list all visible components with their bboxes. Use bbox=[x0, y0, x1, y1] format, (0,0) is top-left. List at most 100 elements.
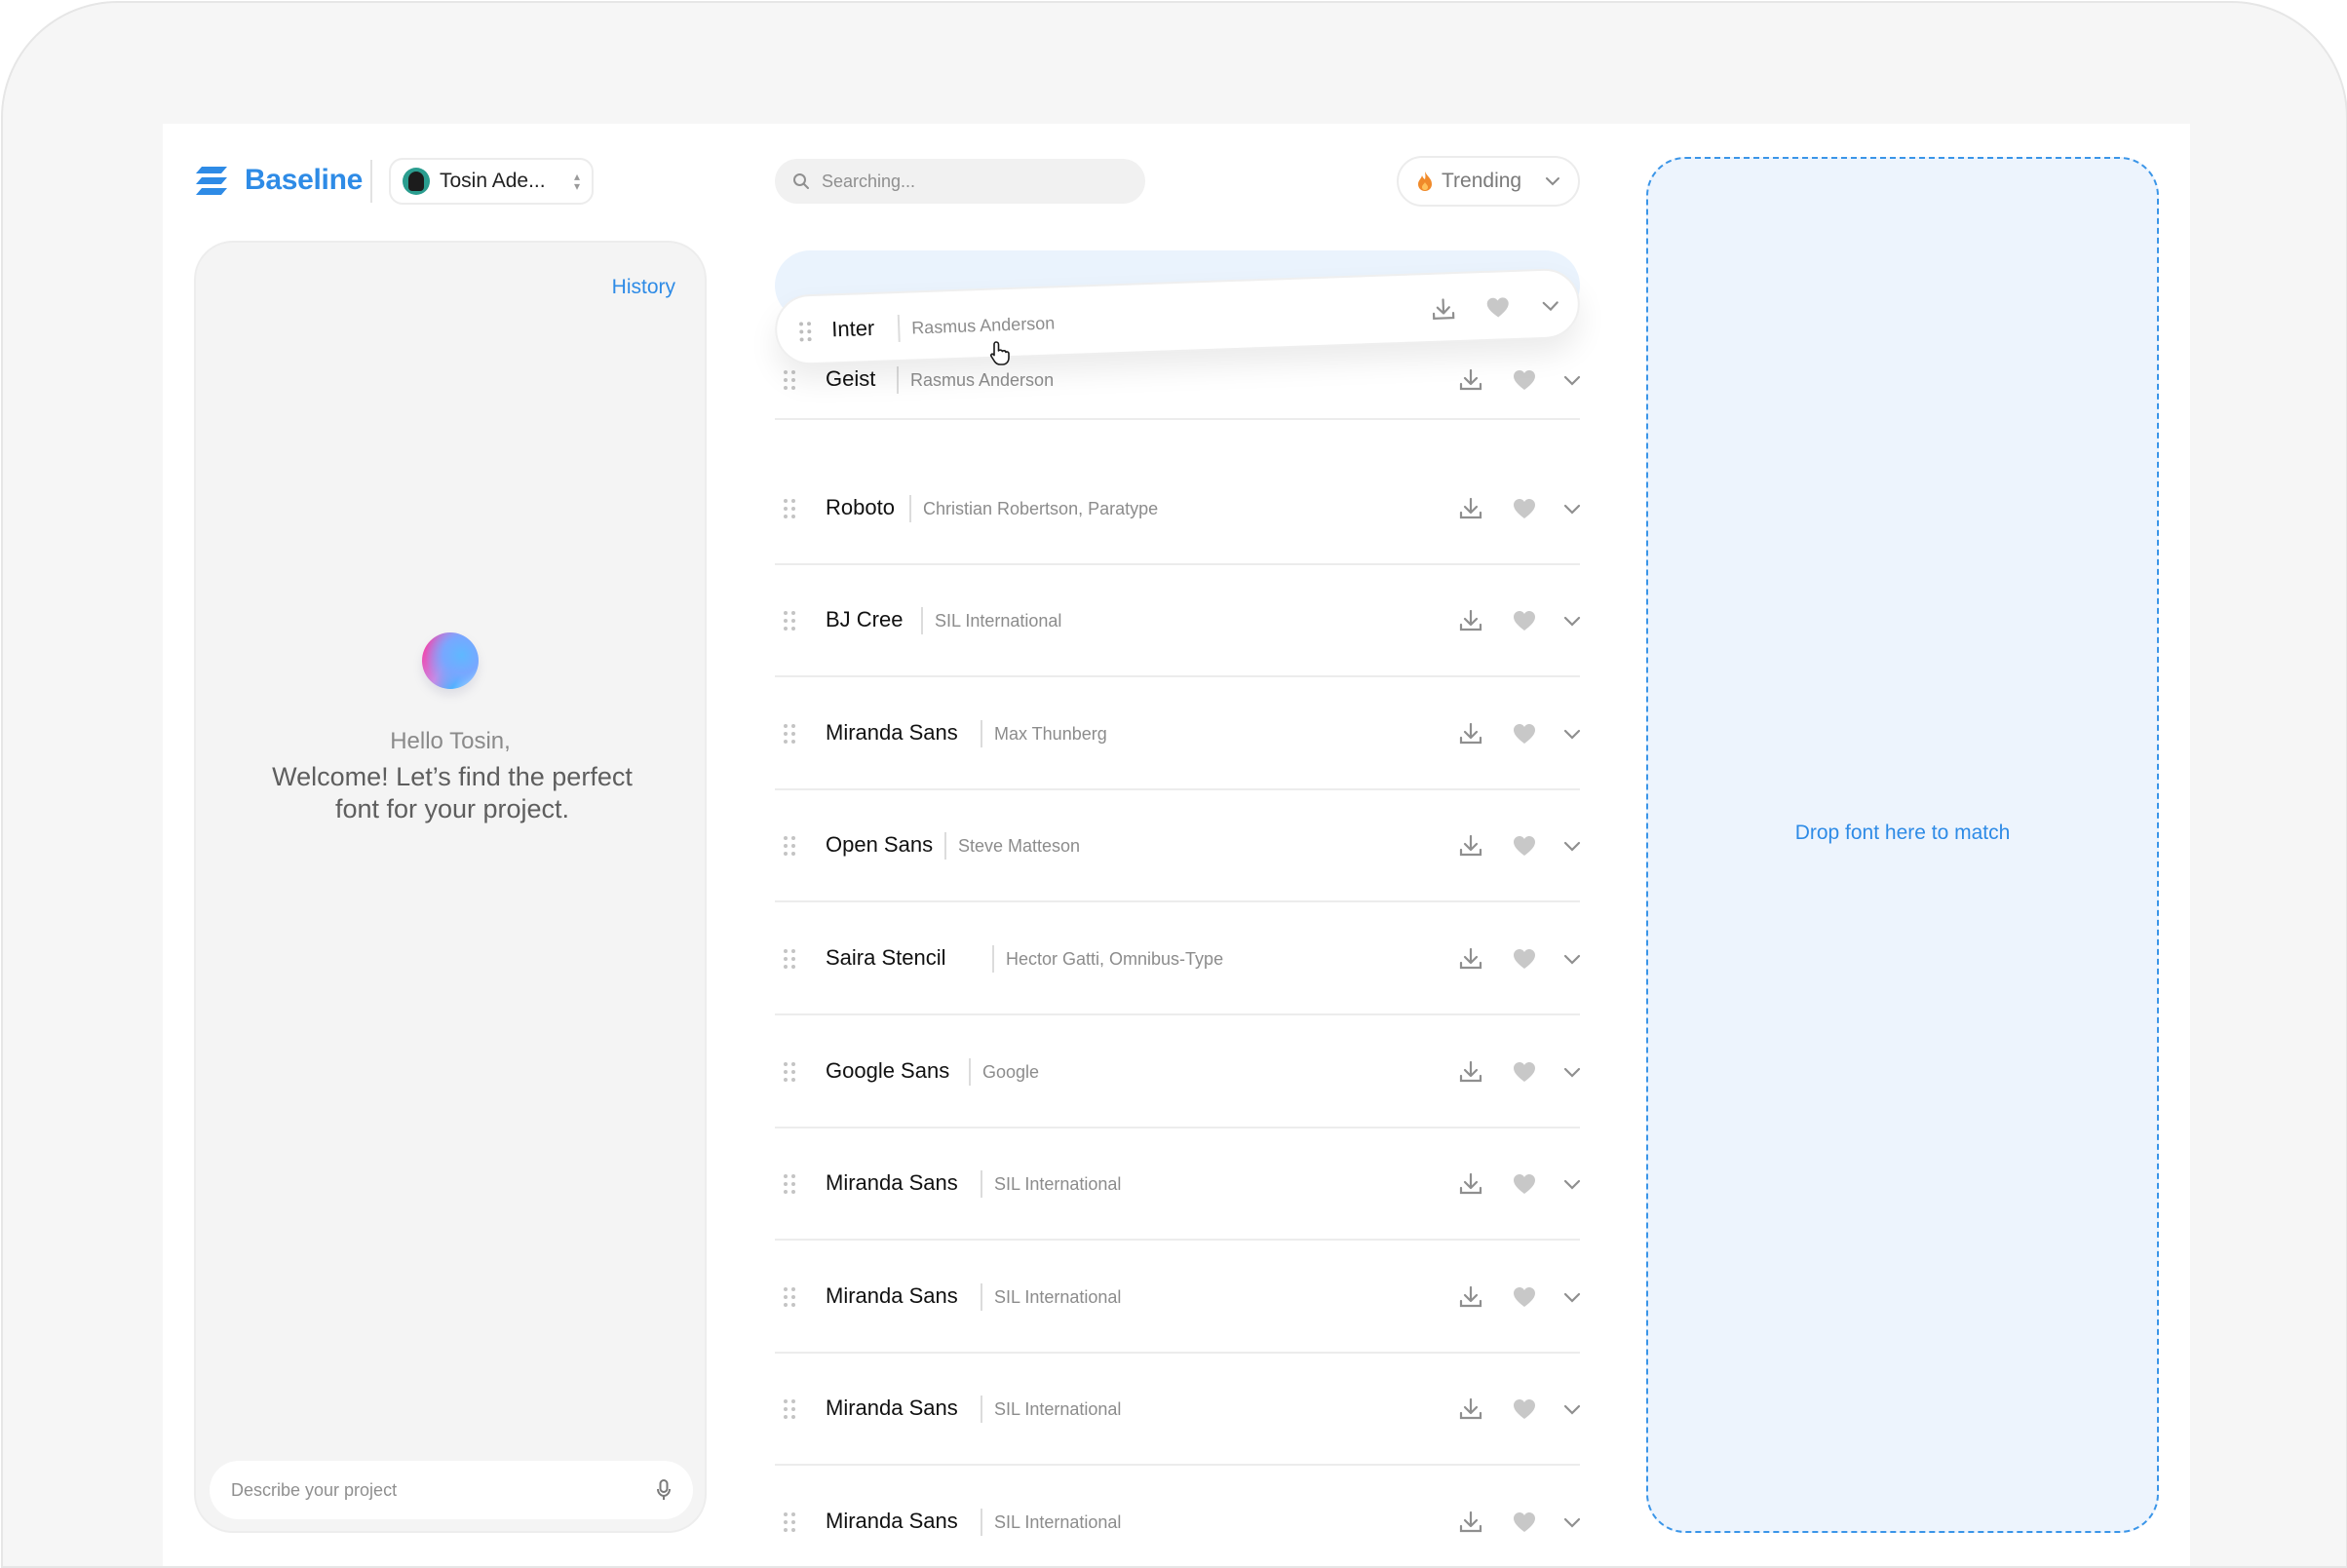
search-icon bbox=[793, 173, 809, 189]
heart-icon[interactable] bbox=[1483, 293, 1512, 322]
history-link[interactable]: History bbox=[612, 276, 675, 299]
font-row[interactable]: Miranda Sans SIL International bbox=[775, 1355, 1581, 1466]
chevron-down-icon[interactable] bbox=[1558, 1396, 1586, 1423]
heart-icon[interactable] bbox=[1511, 607, 1538, 634]
font-foundry: Google bbox=[982, 1062, 1040, 1082]
name-divider bbox=[981, 1170, 982, 1198]
download-icon[interactable] bbox=[1457, 1058, 1484, 1086]
name-divider bbox=[897, 314, 901, 343]
font-name: Miranda Sans bbox=[826, 1396, 958, 1420]
app-window: Baseline Tosin Ade... ▴ ▾ Searching... Tr… bbox=[163, 124, 2190, 1566]
heart-icon[interactable] bbox=[1511, 495, 1538, 522]
sort-dropdown[interactable]: Trending bbox=[1397, 156, 1580, 207]
brand-logo[interactable]: Baseline bbox=[194, 161, 363, 200]
chevron-down-icon[interactable] bbox=[1558, 366, 1586, 394]
font-row[interactable]: Google Sans Google bbox=[775, 1017, 1581, 1128]
name-divider bbox=[969, 1058, 971, 1086]
drag-handle-icon[interactable] bbox=[783, 1397, 796, 1421]
drag-handle-icon[interactable] bbox=[783, 1172, 796, 1196]
project-prompt-input[interactable]: Describe your project bbox=[210, 1461, 693, 1519]
chevron-down-icon bbox=[1546, 177, 1559, 186]
chevron-down-icon[interactable] bbox=[1558, 1170, 1586, 1198]
drag-handle-icon[interactable] bbox=[783, 722, 796, 746]
heart-icon[interactable] bbox=[1511, 1170, 1538, 1198]
chevron-down-icon[interactable] bbox=[1558, 832, 1586, 860]
user-switcher[interactable]: Tosin Ade... ▴ ▾ bbox=[389, 158, 594, 205]
name-divider bbox=[981, 720, 982, 747]
font-row[interactable]: Miranda Sans SIL International bbox=[775, 1243, 1581, 1354]
search-placeholder: Searching... bbox=[822, 171, 916, 191]
chevron-down-icon[interactable] bbox=[1558, 607, 1586, 634]
heart-icon[interactable] bbox=[1511, 1058, 1538, 1086]
font-name: Roboto bbox=[826, 495, 895, 519]
pointer-cursor-icon bbox=[989, 341, 1010, 365]
download-icon[interactable] bbox=[1457, 1396, 1484, 1423]
search-input[interactable]: Searching... bbox=[775, 159, 1145, 204]
download-icon[interactable] bbox=[1429, 295, 1457, 324]
heart-icon[interactable] bbox=[1511, 720, 1538, 747]
download-icon[interactable] bbox=[1457, 1509, 1484, 1536]
drag-handle-icon[interactable] bbox=[783, 497, 796, 520]
drag-handle-icon[interactable] bbox=[798, 320, 813, 343]
name-divider bbox=[921, 607, 923, 634]
drag-handle-icon[interactable] bbox=[783, 1285, 796, 1309]
font-row[interactable]: Saira Stencil Hector Gatti, Omnibus-Type bbox=[775, 904, 1581, 1015]
chevron-down-icon[interactable] bbox=[1558, 1058, 1586, 1086]
flame-icon bbox=[1418, 172, 1432, 191]
device-frame: Baseline Tosin Ade... ▴ ▾ Searching... Tr… bbox=[1, 1, 2347, 1568]
chevron-down-icon[interactable] bbox=[1558, 720, 1586, 747]
chevron-down-icon[interactable] bbox=[1558, 495, 1586, 522]
download-icon[interactable] bbox=[1457, 607, 1484, 634]
chevron-down-icon[interactable] bbox=[1536, 291, 1564, 320]
drag-handle-icon[interactable] bbox=[783, 1060, 796, 1084]
font-row[interactable]: Roboto Christian Robertson, Paratype bbox=[775, 454, 1581, 565]
heart-icon[interactable] bbox=[1511, 1509, 1538, 1536]
drag-handle-icon[interactable] bbox=[783, 947, 796, 971]
heart-icon[interactable] bbox=[1511, 832, 1538, 860]
font-name: Google Sans bbox=[826, 1058, 950, 1083]
chevron-down-icon[interactable] bbox=[1558, 1509, 1586, 1536]
chevron-down-icon[interactable] bbox=[1558, 945, 1586, 973]
font-name: Miranda Sans bbox=[826, 1170, 958, 1195]
match-drop-zone[interactable]: Drop font here to match bbox=[1646, 157, 2159, 1533]
heart-icon[interactable] bbox=[1511, 366, 1538, 394]
download-icon[interactable] bbox=[1457, 945, 1484, 973]
name-divider bbox=[981, 1283, 982, 1311]
download-icon[interactable] bbox=[1457, 832, 1484, 860]
font-foundry: SIL International bbox=[994, 1287, 1122, 1307]
font-foundry: SIL International bbox=[935, 611, 1062, 631]
download-icon[interactable] bbox=[1457, 1283, 1484, 1311]
chevron-down-icon[interactable] bbox=[1558, 1283, 1586, 1311]
font-name: Miranda Sans bbox=[826, 1509, 958, 1533]
heart-icon[interactable] bbox=[1511, 945, 1538, 973]
font-name: Miranda Sans bbox=[826, 720, 958, 745]
drop-hint: Drop font here to match bbox=[1794, 822, 2011, 844]
font-foundry: SIL International bbox=[994, 1399, 1122, 1419]
user-name: Tosin Ade... bbox=[440, 170, 546, 192]
font-foundry: Hector Gatti, Omnibus-Type bbox=[1006, 949, 1224, 969]
font-name: BJ Cree bbox=[826, 607, 904, 631]
download-icon[interactable] bbox=[1457, 720, 1484, 747]
font-foundry: Max Thunberg bbox=[994, 724, 1107, 744]
font-foundry: SIL International bbox=[994, 1174, 1122, 1194]
drag-handle-icon[interactable] bbox=[783, 834, 796, 858]
drag-handle-icon[interactable] bbox=[783, 368, 796, 392]
drag-handle-icon[interactable] bbox=[783, 1511, 796, 1534]
drag-handle-icon[interactable] bbox=[783, 609, 796, 632]
greeting: Hello Tosin, bbox=[390, 728, 511, 754]
font-row[interactable]: Miranda Sans Max Thunberg bbox=[775, 679, 1581, 790]
font-row[interactable]: Open Sans Steve Matteson bbox=[775, 791, 1581, 902]
download-icon[interactable] bbox=[1457, 495, 1484, 522]
download-icon[interactable] bbox=[1457, 366, 1484, 394]
font-foundry: Steve Matteson bbox=[958, 836, 1081, 856]
font-row[interactable]: Miranda Sans SIL International bbox=[775, 1468, 1581, 1566]
font-row[interactable]: BJ Cree SIL International bbox=[775, 566, 1581, 677]
heart-icon[interactable] bbox=[1511, 1283, 1538, 1311]
mic-icon[interactable] bbox=[656, 1479, 672, 1501]
font-row[interactable]: Miranda Sans SIL International bbox=[775, 1129, 1581, 1241]
logo-icon bbox=[196, 167, 227, 195]
font-name: Geist bbox=[826, 366, 876, 391]
assistant-panel: History Hello Tosin, Welcome! Let’s find… bbox=[194, 241, 707, 1533]
heart-icon[interactable] bbox=[1511, 1396, 1538, 1423]
download-icon[interactable] bbox=[1457, 1170, 1484, 1198]
